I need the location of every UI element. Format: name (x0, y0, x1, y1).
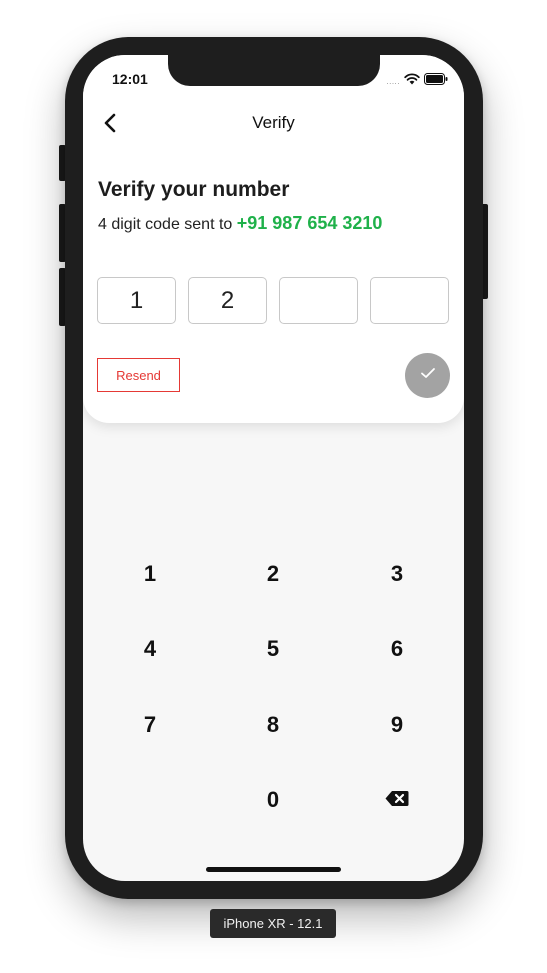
device-label: iPhone XR - 12.1 (210, 909, 336, 938)
page-title: Verify your number (98, 178, 290, 201)
code-sent-prefix: 4 digit code sent to (98, 216, 233, 233)
simulator-stage: 12:01 ..... Verify Verify your number 4 … (0, 0, 547, 973)
key-5[interactable]: 5 (218, 621, 328, 677)
code-digit-2[interactable]: 2 (188, 277, 267, 324)
code-digit-3[interactable] (279, 277, 358, 324)
nav-title: Verify (252, 113, 295, 132)
code-sent-text: 4 digit code sent to +91 987 654 3210 (98, 213, 382, 234)
backspace-icon (385, 787, 409, 813)
verify-card: 12:01 ..... Verify Verify your number 4 … (83, 55, 464, 423)
key-4[interactable]: 4 (95, 621, 205, 677)
resend-button[interactable]: Resend (97, 358, 180, 392)
signal-dots: ..... (386, 76, 400, 86)
key-6[interactable]: 6 (342, 621, 452, 677)
checkmark-icon (419, 366, 437, 385)
notch (168, 55, 380, 86)
backspace-key[interactable] (342, 772, 452, 828)
key-9[interactable]: 9 (342, 697, 452, 753)
key-0[interactable]: 0 (218, 772, 328, 828)
phone-number: +91 987 654 3210 (236, 213, 383, 233)
confirm-button[interactable] (405, 353, 450, 398)
key-3[interactable]: 3 (342, 546, 452, 602)
status-icons: ..... (386, 72, 448, 90)
home-indicator[interactable] (206, 867, 341, 872)
screen: 12:01 ..... Verify Verify your number 4 … (83, 55, 464, 881)
code-digit-1[interactable]: 1 (97, 277, 176, 324)
code-digit-4[interactable] (370, 277, 449, 324)
wifi-icon (404, 72, 420, 90)
battery-icon (424, 72, 448, 90)
key-7[interactable]: 7 (95, 697, 205, 753)
key-8[interactable]: 8 (218, 697, 328, 753)
key-2[interactable]: 2 (218, 546, 328, 602)
status-time: 12:01 (112, 71, 148, 87)
key-1[interactable]: 1 (95, 546, 205, 602)
